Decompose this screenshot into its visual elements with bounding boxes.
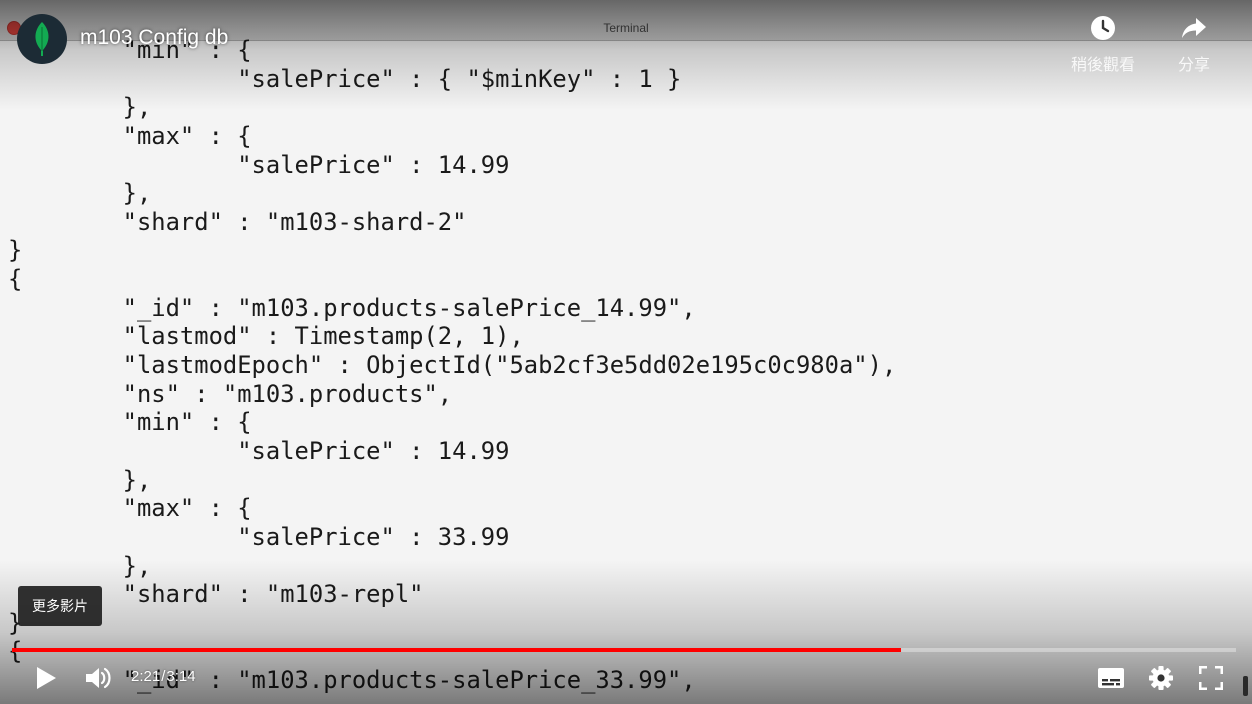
terminal-line: "ns" : "m103.products", <box>8 379 453 408</box>
terminal-line: "shard" : "m103-repl" <box>8 580 424 609</box>
terminal-line: } <box>8 608 23 637</box>
share-arrow-icon <box>1182 18 1206 38</box>
terminal-line: "max" : { <box>8 121 252 150</box>
terminal-line: } <box>8 236 23 265</box>
terminal-line: "salePrice" : 14.99 <box>8 436 510 465</box>
terminal-line: }, <box>8 179 152 208</box>
play-icon <box>37 667 56 689</box>
terminal-line: }, <box>8 551 152 580</box>
time-display: 2:21/3:14 <box>131 668 196 685</box>
share-label: 分享 <box>1177 57 1210 74</box>
terminal-line: "salePrice" : 33.99 <box>8 522 510 551</box>
channel-avatar[interactable] <box>17 14 67 64</box>
more-videos-tooltip[interactable]: 更多影片 <box>18 586 102 626</box>
terminal-line: "lastmodEpoch" : ObjectId("5ab2cf3e5dd02… <box>8 351 897 380</box>
terminal-line: }, <box>8 93 152 122</box>
terminal-line: { <box>8 265 23 294</box>
duration: 3:14 <box>166 668 196 685</box>
terminal-output: "min" : { "salePrice" : { "$minKey" : 1 … <box>8 36 896 695</box>
settings-button[interactable] <box>1140 660 1182 696</box>
subtitles-icon <box>1098 668 1124 688</box>
terminal-line: "_id" : "m103.products-salePrice_14.99", <box>8 293 696 322</box>
gear-icon <box>1149 666 1173 690</box>
terminal-line: "salePrice" : 14.99 <box>8 150 510 179</box>
video-player[interactable]: Terminal "min" : { "salePrice" : { "$min… <box>0 0 1252 704</box>
fullscreen-button[interactable] <box>1190 660 1232 696</box>
terminal-line: }, <box>8 465 152 494</box>
share-button[interactable]: 分享 <box>1154 14 1234 75</box>
terminal-line: "lastmod" : Timestamp(2, 1), <box>8 322 524 351</box>
terminal-line: "min" : { <box>8 408 252 437</box>
progress-bar-played <box>12 648 902 652</box>
video-title[interactable]: m103 Config db <box>80 26 228 50</box>
clock-icon <box>1091 16 1115 40</box>
current-time: 2:21 <box>131 668 161 685</box>
terminal-line: "shard" : "m103-shard-2" <box>8 207 467 236</box>
subtitles-button[interactable] <box>1090 660 1132 696</box>
mongodb-leaf-icon <box>35 22 49 56</box>
terminal-line: "max" : { <box>8 494 252 523</box>
volume-button[interactable] <box>76 660 120 696</box>
watch-later-label: 稍後觀看 <box>1070 57 1135 74</box>
time-separator: / <box>161 668 166 685</box>
terminal-scrollbar[interactable] <box>1243 676 1248 696</box>
progress-bar[interactable] <box>12 648 1236 652</box>
terminal-line: "salePrice" : { "$minKey" : 1 } <box>8 64 682 93</box>
fullscreen-icon <box>1199 666 1223 690</box>
watch-later-button[interactable]: 稍後觀看 <box>1063 14 1143 75</box>
play-button[interactable] <box>22 660 70 696</box>
volume-icon <box>86 667 111 689</box>
